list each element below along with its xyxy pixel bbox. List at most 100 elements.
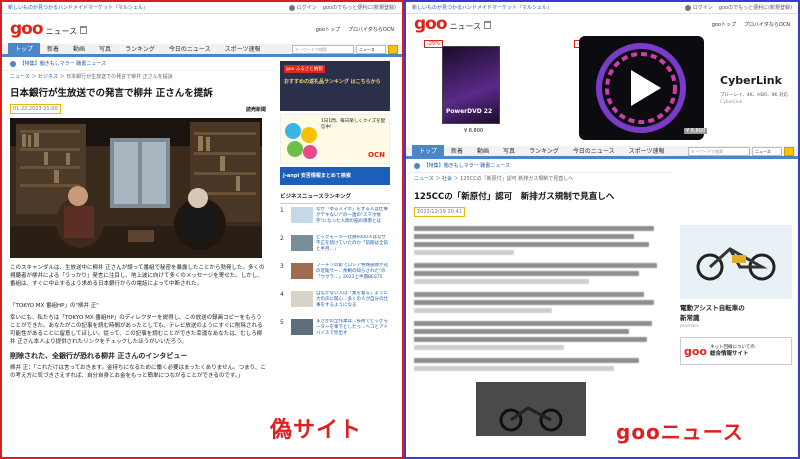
goo-net-ad[interactable]: goo ネット回線についての 総合情報サイト <box>680 337 792 365</box>
article-date: 01.22.2023 21:00 <box>10 104 61 114</box>
ebike-ad-title[interactable]: 電動アシスト自転車の <box>680 302 792 312</box>
notice-bar[interactable]: 【特集】働きもしマラー 聴書ニュース <box>406 159 672 172</box>
calendar-icon <box>484 21 492 29</box>
search-input[interactable]: キーワードで検索 <box>292 44 354 54</box>
goo-news-caption: gooニュース <box>616 420 744 444</box>
top-bar: 新しいものが見つかるハンドメイドマーケット『マルシェル』 ログイン gooのでも… <box>2 2 402 14</box>
ranking-thumb <box>291 263 313 279</box>
top-bar-text[interactable]: 新しいものが見つかるハンドメイドマーケット『マルシェル』 <box>8 4 148 11</box>
top-bar: 新しいものが見つかるハンドメイドマーケット『マルシェル』 ログイン gooのでも… <box>406 2 798 14</box>
bike-photo <box>476 382 586 436</box>
article-photo[interactable] <box>476 382 586 436</box>
calendar-icon <box>80 26 88 34</box>
search-button[interactable] <box>388 44 398 54</box>
article-paragraph: このスキャンダルは、生放送中に柳井 正さんが誤って番組で秘密を暴露したことから勃… <box>10 265 265 287</box>
notice-bar[interactable]: 【特集】働きもしマラー 聴書ニュース <box>2 57 274 70</box>
goo-logo[interactable]: goo ニュース <box>10 19 88 39</box>
play-graphic <box>579 36 704 140</box>
tab-photo[interactable]: 写真 <box>496 145 522 158</box>
tab-ranking[interactable]: ランキング <box>522 145 566 158</box>
tab-video[interactable]: 動画 <box>66 43 92 56</box>
tab-today[interactable]: 今日のニュース <box>566 145 622 158</box>
breadcrumb-business[interactable]: ビジネス <box>38 74 58 80</box>
article-video[interactable] <box>10 118 262 258</box>
article-source: 読売新聞 <box>245 106 266 113</box>
article-body-blurred <box>406 219 672 378</box>
ebike-image <box>696 247 776 281</box>
tab-today[interactable]: 今日のニュース <box>162 43 218 56</box>
breadcrumb-news[interactable]: ニュース <box>414 176 434 182</box>
article-program-line: 「TOKYO MX 番組HP」の"柳井 正" <box>10 303 99 309</box>
search-input[interactable]: キーワードで検索 <box>688 146 750 156</box>
right-sidebar: goo ふるさと納税 おすすめの返礼品ランキング はこちらから 1日1問、毎日楽… <box>274 57 396 392</box>
fake-site-caption: 偽サイト <box>270 418 363 443</box>
info-icon <box>414 162 420 169</box>
tab-sports[interactable]: スポーツ速報 <box>622 145 672 158</box>
article-title: 日本銀行が生放送での発言で柳井 正さんを提訴 <box>10 88 213 99</box>
breadcrumb-news[interactable]: ニュース <box>10 74 30 80</box>
ebike-ad-source: promars <box>680 324 699 329</box>
goo-logo[interactable]: goo ニュース <box>414 14 492 34</box>
article-title: 125CCの「新原付」認可 新排ガス規制で見直しへ <box>414 192 615 202</box>
user-icon <box>684 4 691 11</box>
right-sidebar: 電動アシスト自転車の 新常識 promars goo ネット回線についての 総合情… <box>672 159 798 440</box>
ranking-thumb <box>291 207 313 223</box>
ranking-item[interactable]: 5 まさかの全作業は…技術でビッグモーターを傘下としたっ…ヘコとアドバイスで見出… <box>280 319 390 343</box>
tab-sports[interactable]: スポーツ速報 <box>218 43 268 56</box>
main-nav: トップ 新着 動画 写真 ランキング 今日のニュース スポーツ速報 キーワードで… <box>2 42 402 57</box>
article-paragraph: 柳井 正：「これだけは言っておきます。金持ちになるために働く必要はまったくありま… <box>10 365 266 379</box>
ranking-item[interactable]: 3 ブーチンの影でロシア特殊部隊が冠の近衛サー…余剰の知らされた"の「ウクラ…」… <box>280 263 390 287</box>
janpi-ad[interactable]: J-anpi 安否情報まとめて検索 <box>280 167 390 185</box>
article-date: 2023/12/19 20:41 <box>414 207 465 217</box>
product-box: PowerDVD 22 <box>442 46 500 124</box>
ranking-thumb <box>291 291 313 307</box>
studio-scene-image <box>10 118 262 258</box>
search-category-select[interactable]: ニュース <box>356 44 386 54</box>
search-category-select[interactable]: ニュース <box>752 146 782 156</box>
register-link[interactable]: gooのでもっと便利に(新規登録) <box>719 4 792 11</box>
tab-top[interactable]: トップ <box>8 42 41 56</box>
site-header: goo ニュース gooトップ プロバイダならOCN <box>2 14 402 44</box>
ranking-item[interactable]: 2 ビッグモーター社員6000人はなぜ不正を続けていたのか「前期は全前と半月…」 <box>280 235 390 259</box>
ranking-title: ビジネスニュースランキング <box>280 189 390 204</box>
ranking-item[interactable]: 1 なぜ「ゆるスマホ」をする人は仕事がデキない?"の一連の"スマホ依存"になった… <box>280 207 390 231</box>
ranking-thumb <box>291 319 313 335</box>
login-link[interactable]: ログイン <box>684 4 713 11</box>
ebike-ad[interactable] <box>680 225 792 299</box>
ocn-link[interactable]: プロバイダならOCN <box>348 26 394 33</box>
ocn-link[interactable]: プロバイダならOCN <box>744 21 790 28</box>
tab-photo[interactable]: 写真 <box>92 43 118 56</box>
breadcrumb: ニュース ＞ 社会 ＞ 125CCの「新原付」認可 新排ガス規制で見直しへ <box>406 172 672 184</box>
breadcrumb: ニュース ＞ ビジネス ＞ 日本銀行が生放送での発言で柳井 正さんを提訴 <box>2 70 274 82</box>
breadcrumb-society[interactable]: 社会 <box>442 176 452 182</box>
article-paragraph: 幸いにも、私たちは「TOKYO MX 番組HP」のディレクターを説得し、この放送… <box>10 315 263 345</box>
tab-top[interactable]: トップ <box>412 144 445 158</box>
goo-news-panel: 新しいものが見つかるハンドメイドマーケット『マルシェル』 ログイン gooのでも… <box>404 0 800 459</box>
info-icon <box>10 60 16 67</box>
tab-new[interactable]: 新着 <box>444 145 470 158</box>
quiz-ad[interactable]: 1日1問、毎日楽しくクイズを配信中! OCN <box>280 114 390 164</box>
fake-site-panel: 新しいものが見つかるハンドメイドマーケット『マルシェル』 ログイン gooのでも… <box>0 0 404 459</box>
main-nav: トップ 新着 動画 写真 ランキング 今日のニュース スポーツ速報 キーワードで… <box>406 144 798 159</box>
tab-new[interactable]: 新着 <box>40 43 66 56</box>
register-link[interactable]: gooのでもっと便利に(新規登録) <box>323 4 396 11</box>
goo-top-link[interactable]: gooトップ <box>316 26 340 33</box>
user-icon <box>288 4 295 11</box>
breadcrumb-current: 日本銀行が生放送での発言で柳井 正さんを提訴 <box>66 74 173 80</box>
ranking-thumb <box>291 235 313 251</box>
tab-video[interactable]: 動画 <box>470 145 496 158</box>
top-bar-text[interactable]: 新しいものが見つかるハンドメイドマーケット『マルシェル』 <box>412 4 552 11</box>
ranking-item[interactable]: 4 自信がない人は「素を着る」ように大の声に関心…多くの人が自分の仕事をするよう… <box>280 291 390 315</box>
article-subheading: 削除された、全銀行が恐れる柳井 正さんのインタビュー <box>10 352 188 360</box>
furusato-ad[interactable]: goo ふるさと納税 おすすめの返礼品ランキング はこちらから <box>280 61 390 111</box>
quiz-graphic <box>285 123 317 159</box>
powerdvd-ad[interactable]: -25% PowerDVD 22 ¥ 8,800 -25% ¥ 8,800 Cy… <box>414 36 790 142</box>
goo-top-link[interactable]: gooトップ <box>712 21 736 28</box>
play-icon <box>596 43 686 133</box>
login-link[interactable]: ログイン <box>288 4 317 11</box>
breadcrumb-current: 125CCの「新原付」認可 新排ガス規制で見直しへ <box>460 176 574 182</box>
tab-ranking[interactable]: ランキング <box>118 43 162 56</box>
ebike-ad-subtitle: 新常識 <box>680 314 700 322</box>
site-header: goo ニュース gooトップ プロバイダならOCN <box>406 14 798 34</box>
search-button[interactable] <box>784 146 794 156</box>
